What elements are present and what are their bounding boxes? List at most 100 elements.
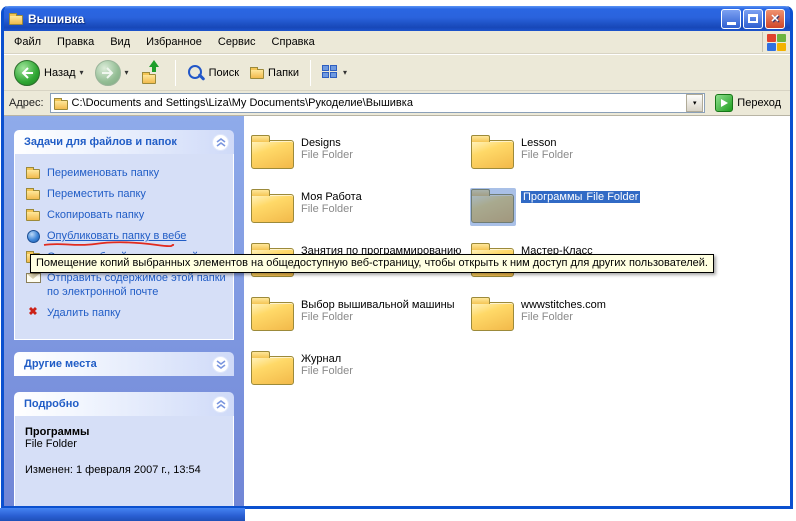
file-tile[interactable]: wwwstitches.comFile Folder — [470, 294, 685, 348]
file-type: File Folder — [521, 311, 606, 323]
panel-file-folder-tasks: Задачи для файлов и папок Переименовать … — [14, 130, 234, 340]
file-type: File Folder — [301, 311, 455, 323]
file-tile[interactable]: Моя РаботаFile Folder — [250, 186, 465, 240]
back-button[interactable]: Назад ▾ — [10, 58, 88, 88]
title-bar[interactable]: Вышивка ✕ — [4, 6, 790, 31]
chevron-up-icon — [216, 138, 226, 147]
panel-title: Другие места — [24, 358, 97, 370]
collapse-button[interactable] — [212, 134, 229, 151]
menu-item-view[interactable]: Вид — [102, 33, 138, 51]
go-arrow-icon — [715, 94, 733, 112]
folder-icon — [470, 132, 516, 172]
folder-icon — [250, 348, 296, 388]
menu-item-favorites[interactable]: Избранное — [138, 33, 210, 51]
file-list-area[interactable]: DesignsFile Folder Моя РаботаFile Folder… — [244, 116, 790, 506]
views-icon — [322, 65, 339, 80]
window-folder-icon — [9, 15, 23, 25]
file-tile[interactable]: DesignsFile Folder — [250, 132, 465, 186]
panel-title: Подробно — [24, 398, 79, 410]
file-name: Designs — [301, 137, 353, 149]
menu-item-help[interactable]: Справка — [264, 33, 323, 51]
back-dropdown-icon[interactable]: ▾ — [80, 68, 84, 77]
file-type: File Folder — [584, 191, 640, 203]
task-delete-folder[interactable]: ✖ Удалить папку — [25, 306, 227, 320]
address-dropdown-button[interactable]: ▾ — [686, 94, 703, 112]
file-type: File Folder — [301, 203, 362, 215]
task-label: Переместить папку — [47, 187, 146, 201]
address-path: C:\Documents and Settings\Liza\My Docume… — [72, 97, 413, 109]
panel-details-body: Программы File Folder Изменен: 1 февраля… — [14, 416, 234, 506]
folder-move-icon — [25, 187, 41, 200]
folder-icon — [470, 294, 516, 334]
task-publish-folder[interactable]: Опубликовать папку в вебе — [25, 229, 227, 243]
panel-other-places-header[interactable]: Другие места — [14, 352, 234, 376]
file-name: Выбор вышивальной машины — [301, 299, 455, 311]
file-type: File Folder — [301, 149, 353, 161]
views-dropdown-icon[interactable]: ▾ — [343, 68, 347, 77]
menu-item-file[interactable]: Файл — [6, 33, 49, 51]
panel-details: Подробно Программы File Folder Изменен: … — [14, 392, 234, 506]
toolbar-separator — [175, 60, 176, 86]
forward-dropdown-icon[interactable]: ▾ — [125, 68, 129, 77]
file-tile[interactable]: Выбор вышивальной машиныFile Folder — [250, 294, 465, 348]
file-tile[interactable]: ЖурналFile Folder — [250, 348, 465, 402]
collapse-button[interactable] — [212, 396, 229, 413]
chevron-down-icon — [216, 360, 226, 369]
task-label: Переименовать папку — [47, 166, 159, 180]
folders-button[interactable]: Папки — [246, 64, 303, 81]
delete-icon: ✖ — [25, 306, 41, 318]
details-modified-date: Изменен: 1 февраля 2007 г., 13:54 — [25, 464, 223, 476]
search-button[interactable]: Поиск — [183, 62, 243, 84]
menu-item-edit[interactable]: Правка — [49, 33, 102, 51]
details-selected-type: File Folder — [25, 438, 223, 450]
forward-button[interactable]: ▾ — [91, 58, 133, 88]
expand-button[interactable] — [212, 356, 229, 373]
task-move-folder[interactable]: Переместить папку — [25, 187, 227, 201]
task-label: Скопировать папку — [47, 208, 144, 222]
panel-file-folder-tasks-header[interactable]: Задачи для файлов и папок — [14, 130, 234, 154]
search-button-label: Поиск — [209, 67, 239, 79]
back-button-label: Назад — [44, 67, 76, 79]
task-rename-folder[interactable]: Переименовать папку — [25, 166, 227, 180]
menu-item-tools[interactable]: Сервис — [210, 33, 264, 51]
panel-details-header[interactable]: Подробно — [14, 392, 234, 416]
details-selected-name: Программы — [25, 426, 223, 438]
publish-web-icon — [25, 229, 41, 243]
maximize-button[interactable] — [743, 9, 763, 29]
folder-rename-icon — [25, 166, 41, 179]
address-input[interactable]: C:\Documents and Settings\Liza\My Docume… — [50, 93, 706, 113]
file-tile-selected[interactable]: ПрограммыFile Folder — [470, 186, 685, 240]
file-type: File Folder — [301, 365, 353, 377]
task-label: Удалить папку — [47, 306, 121, 320]
toolbar: Назад ▾ ▾ Поиск Папки — [4, 54, 790, 91]
file-type: File Folder — [521, 149, 573, 161]
go-button[interactable]: Переход — [711, 94, 785, 112]
toolbar-separator — [310, 60, 311, 86]
menu-bar: Файл Правка Вид Избранное Сервис Справка — [4, 31, 790, 54]
views-button[interactable]: ▾ — [318, 63, 351, 82]
file-name: wwwstitches.com — [521, 299, 606, 311]
task-copy-folder[interactable]: Скопировать папку — [25, 208, 227, 222]
file-name: Lesson — [521, 137, 573, 149]
search-icon — [187, 64, 205, 82]
task-pane-sidebar: Задачи для файлов и папок Переименовать … — [4, 116, 244, 506]
close-button[interactable]: ✕ — [765, 9, 785, 29]
window-title: Вышивка — [28, 12, 716, 26]
chevron-up-icon — [216, 400, 226, 409]
folders-icon — [250, 69, 264, 79]
panel-file-folder-tasks-body: Переименовать папку Переместить папку Ск… — [14, 154, 234, 340]
tooltip: Помещение копий выбранных элементов на о… — [30, 254, 714, 273]
folder-icon — [250, 294, 296, 334]
minimize-button[interactable] — [721, 9, 741, 29]
maximize-icon — [748, 14, 758, 23]
up-button[interactable] — [136, 60, 168, 86]
folder-copy-icon — [25, 208, 41, 221]
window-controls: ✕ — [721, 9, 785, 29]
taskbar-fragment[interactable] — [0, 508, 245, 521]
task-label: Опубликовать папку в вебе — [47, 229, 186, 243]
panel-title: Задачи для файлов и папок — [24, 136, 177, 148]
file-tile[interactable]: LessonFile Folder — [470, 132, 685, 186]
task-label: Отправить содержимое этой папки по элект… — [47, 271, 227, 299]
minimize-icon — [727, 22, 736, 25]
task-email-folder[interactable]: Отправить содержимое этой папки по элект… — [25, 271, 227, 299]
